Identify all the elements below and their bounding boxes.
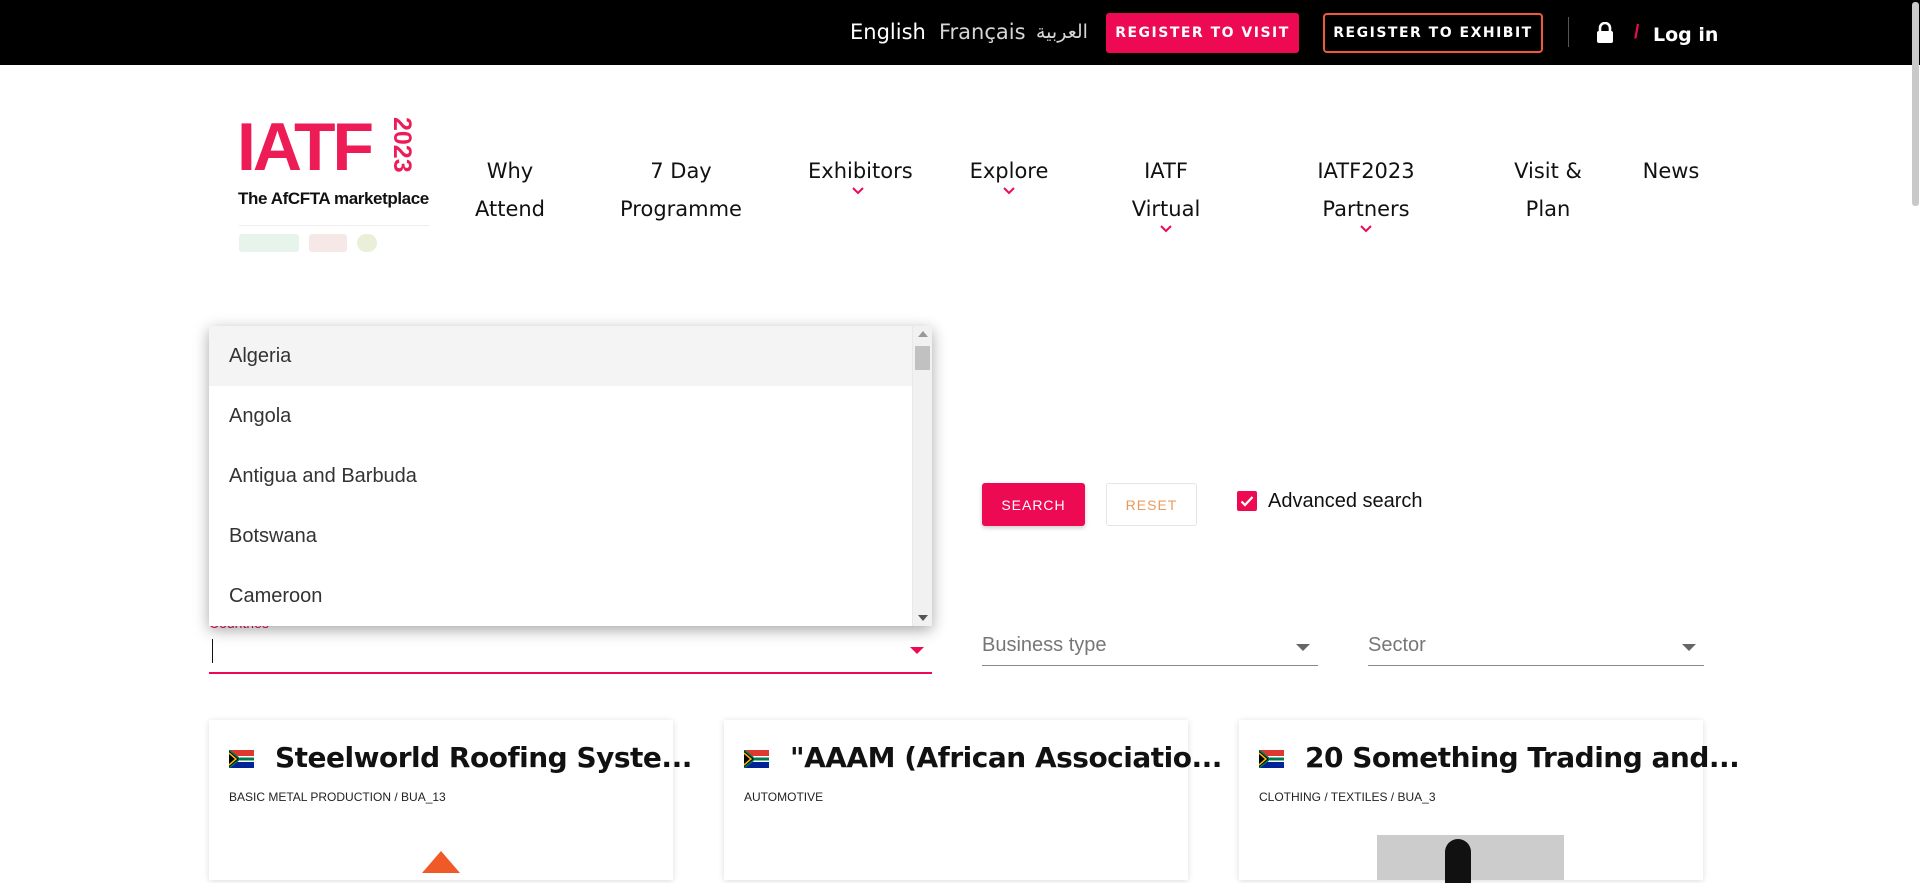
exhibitor-name[interactable]: 20 Something Trading and...: [1305, 741, 1740, 774]
lang-english[interactable]: English: [850, 20, 926, 44]
south-africa-flag-icon: [1259, 750, 1284, 768]
countries-dropdown-list[interactable]: Algeria Angola Antigua and Barbuda Botsw…: [209, 326, 932, 626]
south-africa-flag-icon: [229, 750, 254, 768]
countries-select[interactable]: [209, 627, 932, 674]
nav-label: Exhibitors: [808, 159, 913, 183]
nav-label: Plan: [1525, 197, 1571, 221]
afcfta-seal-logo: [357, 233, 377, 252]
separator-slash: /: [1634, 22, 1640, 43]
lang-french[interactable]: Français: [939, 20, 1026, 44]
iatf-logo[interactable]: IATF 2023 The AfCFTA marketplace: [237, 113, 429, 263]
country-option[interactable]: Angola: [209, 386, 932, 446]
nav-7-day-programme[interactable]: 7 Day Programme: [618, 152, 744, 228]
afreximbank-30-logo: [239, 233, 299, 252]
african-union-logo: [309, 233, 347, 252]
exhibitor-logo: [422, 851, 460, 873]
nav-news[interactable]: News: [1642, 152, 1700, 190]
exhibitor-logo: [1377, 835, 1564, 883]
exhibitor-sector: BASIC METAL PRODUCTION / BUA_13: [229, 790, 446, 804]
nav-why-attend[interactable]: Why Attend: [470, 152, 550, 228]
nav-exhibitors[interactable]: Exhibitors: [808, 152, 913, 198]
top-bar: English Français العربية REGISTER TO VIS…: [0, 0, 1920, 65]
checkmark-icon: [1240, 496, 1254, 507]
text-cursor: [212, 639, 213, 663]
country-option[interactable]: Botswana: [209, 506, 932, 566]
register-to-visit-button[interactable]: REGISTER TO VISIT: [1106, 13, 1299, 53]
nav-iatf-virtual[interactable]: IATF Virtual: [1108, 152, 1224, 236]
logo-shape: [1445, 839, 1471, 883]
logo-year: 2023: [388, 117, 416, 173]
exhibitor-name[interactable]: Steelworld Roofing Syste...: [275, 741, 692, 774]
lock-icon[interactable]: [1596, 21, 1614, 49]
logo-tagline: The AfCFTA marketplace: [238, 189, 429, 208]
scroll-down-icon[interactable]: [918, 615, 928, 621]
nav-label: IATF Virtual: [1131, 159, 1201, 221]
nav-label: Why: [486, 159, 534, 183]
advanced-search-label[interactable]: Advanced search: [1268, 490, 1423, 513]
exhibitor-sector: AUTOMOTIVE: [744, 790, 824, 804]
country-option[interactable]: Cameroon: [209, 566, 932, 626]
exhibitor-card[interactable]: "AAAM (African Associatio... AUTOMOTIVE: [724, 720, 1222, 880]
country-option[interactable]: Antigua and Barbuda: [209, 446, 932, 506]
nav-label: 7 Day: [650, 159, 712, 183]
exhibitor-sector: CLOTHING / TEXTILES / BUA_3: [1259, 790, 1436, 804]
login-link[interactable]: Log in: [1653, 24, 1718, 46]
scrollbar-thumb[interactable]: [915, 346, 930, 370]
search-button[interactable]: SEARCH: [982, 483, 1085, 526]
sector-select[interactable]: Sector: [1368, 627, 1704, 666]
advanced-search-checkbox[interactable]: [1237, 491, 1257, 511]
nav-visit-and-plan[interactable]: Visit & Plan: [1512, 152, 1584, 228]
nav-label: Attend: [474, 197, 546, 221]
south-africa-flag-icon: [744, 750, 769, 768]
nav-explore[interactable]: Explore: [968, 152, 1050, 198]
divider: [1568, 17, 1569, 47]
exhibitor-card[interactable]: 20 Something Trading and... CLOTHING / T…: [1239, 720, 1740, 883]
nav-label: Visit &: [1514, 159, 1582, 183]
dropdown-arrow-icon[interactable]: [1296, 644, 1310, 651]
business-type-select[interactable]: Business type: [982, 627, 1318, 666]
page-scrollbar-thumb[interactable]: [1912, 2, 1919, 206]
sector-placeholder: Sector: [1368, 634, 1426, 656]
dropdown-scrollbar[interactable]: [912, 326, 932, 626]
reset-button[interactable]: RESET: [1106, 483, 1197, 526]
dropdown-arrow-icon[interactable]: [910, 647, 924, 654]
nav-label: IATF2023 Partners: [1317, 159, 1415, 221]
country-option[interactable]: Algeria: [209, 326, 932, 386]
exhibitor-card[interactable]: Steelworld Roofing Syste... BASIC METAL …: [209, 720, 692, 880]
nav-label: Programme: [620, 197, 742, 221]
logo-wordmark: IATF: [237, 109, 374, 185]
business-type-placeholder: Business type: [982, 634, 1107, 656]
register-to-exhibit-button[interactable]: REGISTER TO EXHIBIT: [1323, 13, 1543, 53]
nav-iatf2023-partners[interactable]: IATF2023 Partners: [1278, 152, 1454, 236]
partner-logos: [239, 225, 429, 259]
dropdown-arrow-icon[interactable]: [1682, 644, 1696, 651]
exhibitor-name[interactable]: "AAAM (African Associatio...: [790, 741, 1222, 774]
scroll-up-icon[interactable]: [918, 331, 928, 337]
lang-arabic[interactable]: العربية: [1036, 21, 1088, 43]
nav-label: News: [1642, 159, 1700, 183]
nav-label: Explore: [969, 159, 1049, 183]
